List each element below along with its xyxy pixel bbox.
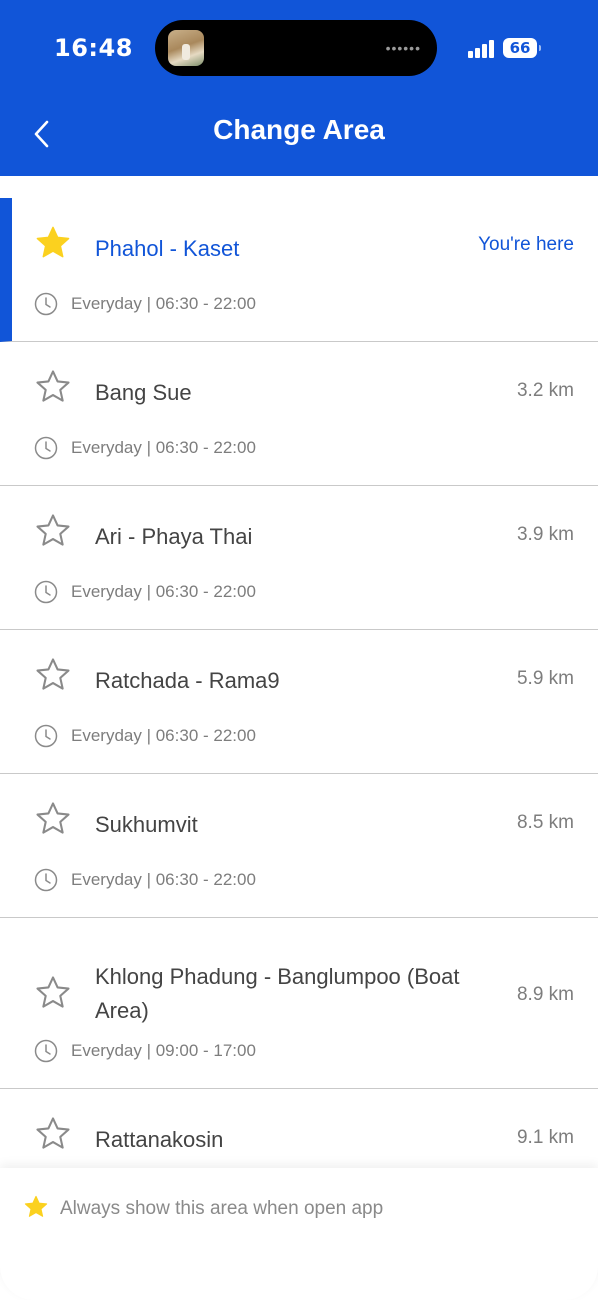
hours-text: Everyday | 06:30 - 22:00 bbox=[71, 726, 256, 745]
status-bar: 16:48 •••••• 66 bbox=[0, 0, 598, 96]
island-indicator: •••••• bbox=[385, 40, 421, 56]
area-item-sukhumvit[interactable]: Sukhumvit 8.5 km Everyday | 06:30 - 22:0… bbox=[0, 774, 598, 918]
area-item-phahol-kaset[interactable]: Phahol - Kaset You're here Everyday | 06… bbox=[0, 198, 598, 342]
star-outline-icon[interactable] bbox=[34, 512, 72, 550]
hours-text: Everyday | 06:30 - 22:00 bbox=[71, 438, 256, 457]
status-time: 16:48 bbox=[54, 34, 133, 62]
area-hours: Everyday | 06:30 - 22:00 bbox=[34, 724, 256, 748]
star-filled-icon bbox=[24, 1195, 48, 1217]
area-name: Bang Sue bbox=[95, 380, 192, 405]
area-hours: Everyday | 09:00 - 17:00 bbox=[34, 1039, 256, 1063]
area-item-khlong-phadung[interactable]: Khlong Phadung - Banglumpoo (Boat Area) … bbox=[0, 918, 598, 1089]
area-item-ratchada-rama9[interactable]: Ratchada - Rama9 5.9 km Everyday | 06:30… bbox=[0, 630, 598, 774]
area-distance: 8.9 km bbox=[516, 984, 574, 1005]
clock-icon bbox=[34, 724, 58, 748]
signal-icon bbox=[468, 40, 496, 58]
area-distance: 3.2 km bbox=[516, 380, 574, 401]
area-hours: Everyday | 06:30 - 22:00 bbox=[34, 580, 256, 604]
hours-text: Everyday | 06:30 - 22:00 bbox=[71, 294, 256, 313]
area-distance: 9.1 km bbox=[516, 1127, 574, 1148]
clock-icon bbox=[34, 580, 58, 604]
now-playing-thumbnail bbox=[168, 30, 204, 66]
favorite-hint-text: Always show this area when open app bbox=[60, 1198, 384, 1219]
area-name: Rattanakosin bbox=[95, 1127, 224, 1152]
hours-text: Everyday | 06:30 - 22:00 bbox=[71, 870, 256, 889]
area-name: Ratchada - Rama9 bbox=[95, 668, 280, 693]
area-name: Sukhumvit bbox=[95, 812, 198, 837]
clock-icon bbox=[34, 292, 58, 316]
star-filled-icon[interactable] bbox=[34, 224, 72, 262]
clock-icon bbox=[34, 1039, 58, 1063]
star-outline-icon[interactable] bbox=[34, 800, 72, 838]
clock-icon bbox=[34, 868, 58, 892]
favorite-hint-footer: Always show this area when open app bbox=[0, 1168, 598, 1300]
dynamic-island: •••••• bbox=[155, 20, 437, 76]
current-location-badge: You're here bbox=[478, 234, 574, 255]
area-list: Phahol - Kaset You're here Everyday | 06… bbox=[0, 198, 598, 1233]
area-hours: Everyday | 06:30 - 22:00 bbox=[34, 868, 256, 892]
area-distance: 3.9 km bbox=[516, 524, 574, 545]
area-distance: 5.9 km bbox=[516, 668, 574, 689]
app-header: 16:48 •••••• 66 Change Area bbox=[0, 0, 598, 176]
battery-icon: 66 bbox=[503, 38, 541, 58]
page-title: Change Area bbox=[213, 114, 385, 145]
area-hours: Everyday | 06:30 - 22:00 bbox=[34, 436, 256, 460]
star-outline-icon[interactable] bbox=[34, 656, 72, 694]
area-item-ari-phaya-thai[interactable]: Ari - Phaya Thai 3.9 km Everyday | 06:30… bbox=[0, 486, 598, 630]
hours-text: Everyday | 06:30 - 22:00 bbox=[71, 582, 256, 601]
hours-text: Everyday | 09:00 - 17:00 bbox=[71, 1041, 256, 1060]
area-name: Phahol - Kaset bbox=[95, 236, 240, 261]
star-outline-icon[interactable] bbox=[34, 1115, 72, 1153]
area-name: Khlong Phadung - Banglumpoo (Boat Area) bbox=[95, 964, 460, 1023]
area-name: Ari - Phaya Thai bbox=[95, 524, 253, 549]
area-hours: Everyday | 06:30 - 22:00 bbox=[34, 292, 256, 316]
area-distance: 8.5 km bbox=[516, 812, 574, 833]
clock-icon bbox=[34, 436, 58, 460]
star-outline-icon[interactable] bbox=[34, 368, 72, 406]
area-item-bang-sue[interactable]: Bang Sue 3.2 km Everyday | 06:30 - 22:00 bbox=[0, 342, 598, 486]
star-outline-icon[interactable] bbox=[34, 974, 72, 1012]
